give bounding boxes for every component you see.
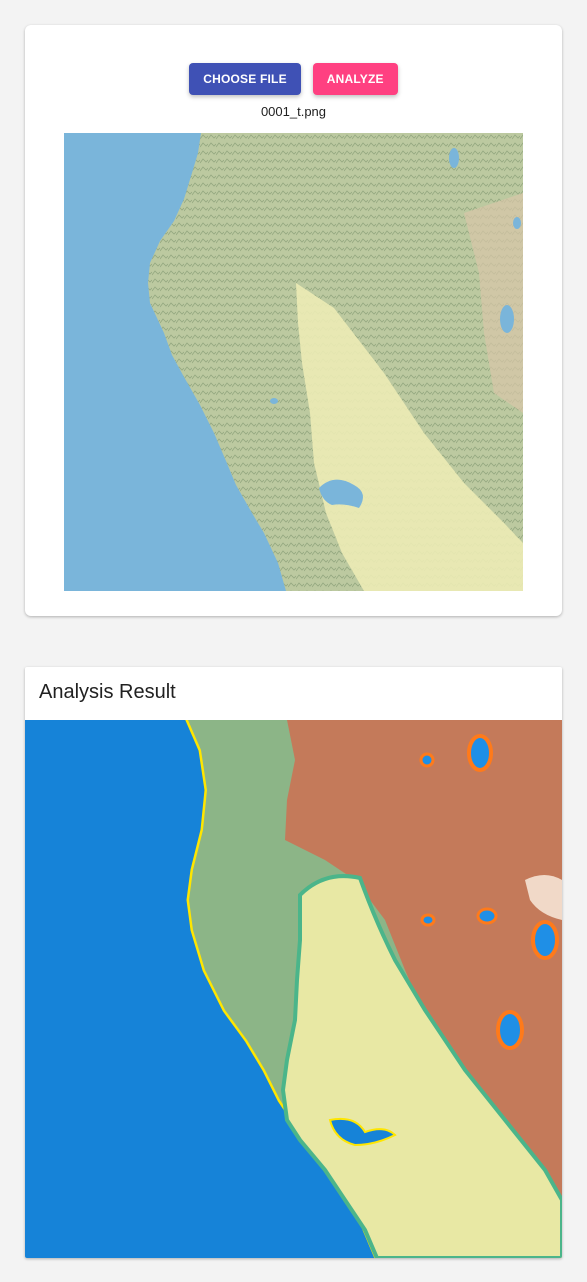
lake-segment <box>531 920 559 960</box>
choose-file-button[interactable]: CHOOSE FILE <box>189 63 301 95</box>
lake-segment <box>419 752 435 768</box>
upload-card: CHOOSE FILE ANALYZE 0001_t.png <box>25 25 562 616</box>
analyze-button[interactable]: ANALYZE <box>312 63 398 95</box>
lake <box>449 148 459 168</box>
lake-segment <box>467 734 493 772</box>
lake-segment <box>420 913 436 927</box>
result-card: Analysis Result <box>25 667 562 1258</box>
uploaded-image-preview <box>64 133 523 591</box>
lake <box>513 217 521 229</box>
lake <box>270 398 278 404</box>
segmentation-result-image <box>25 720 562 1258</box>
lake-segment <box>476 907 498 925</box>
result-title: Analysis Result <box>39 681 176 703</box>
button-row: CHOOSE FILE ANALYZE <box>25 63 562 95</box>
lake-segment <box>496 1010 524 1050</box>
lake <box>500 305 514 333</box>
selected-filename: 0001_t.png <box>260 104 327 119</box>
